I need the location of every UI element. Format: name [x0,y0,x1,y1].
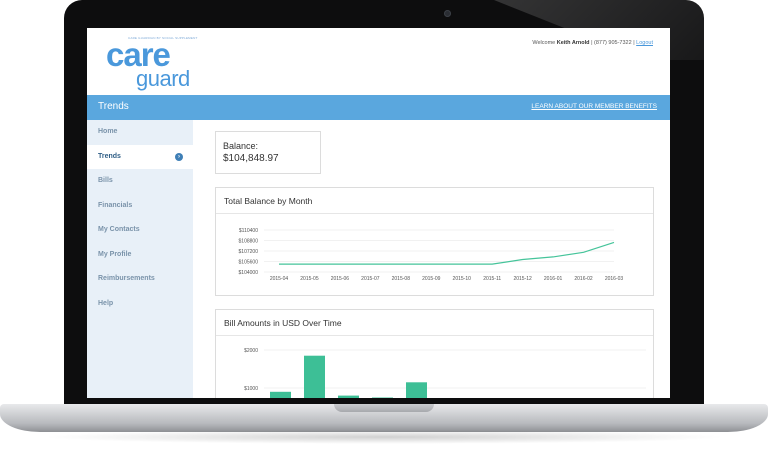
bar [372,397,393,398]
sidebar-item-help[interactable]: Help [87,292,193,317]
bills-chart-card: Bill Amounts in USD Over Time $2000 $1000 [215,309,654,398]
y-tick-label: $105600 [239,260,259,266]
x-tick-label: 2015-04 [270,276,289,282]
x-tick-label: 2015-09 [422,276,441,282]
balance-chart-card: Total Balance by Month $110400 $108800 $10… [215,187,654,296]
site-header: CARE GUARDIAN BY SOCIAL SUPPLEMENT care … [87,28,670,95]
sidebar-item-label: Bills [98,177,113,184]
bills-bar-chart: $2000 $1000 [244,348,646,398]
sidebar-item-label: Trends [98,152,121,160]
y-tick-label: $110400 [239,228,258,234]
balance-card: Balance: $104,848.97 [215,131,321,174]
bar [406,382,427,398]
member-benefits-link[interactable]: LEARN ABOUT OUR MEMBER BENEFITS [531,103,657,110]
chart-title: Total Balance by Month [224,196,313,206]
y-tick-label: $104000 [239,270,259,276]
sidebar-item-home[interactable]: Home [87,120,193,145]
sidebar: Home Trends › Bills Financials My Contact… [87,120,193,398]
x-tick-label: 2016-02 [574,276,593,282]
logout-link[interactable]: Logout [636,40,653,46]
x-tick-label: 2016-01 [544,276,563,282]
user-name: Keith Arnold [556,40,590,46]
sidebar-item-label: Reimbursements [98,275,155,282]
sidebar-item-my-profile[interactable]: My Profile [87,243,193,268]
sidebar-item-label: Financials [98,201,133,209]
welcome-prefix: Welcome [532,40,556,46]
x-tick-label: 2016-03 [605,276,624,282]
sidebar-item-label: My Contacts [98,226,140,233]
sidebar-item-financials[interactable]: Financials [87,194,193,219]
title-bar: Trends LEARN ABOUT OUR MEMBER BENEFITS [87,95,670,120]
chevron-right-icon: › [175,152,183,161]
sidebar-item-bills[interactable]: Bills [87,169,193,194]
bar [304,355,325,398]
balance-label: Balance: [223,141,259,151]
logo-word-guard: guard [136,66,190,91]
x-tick-label: 2015-11 [483,276,501,282]
y-tick-label: $2000 [244,348,258,354]
sidebar-item-label: Help [98,299,114,307]
x-tick-label: 2015-08 [392,276,411,282]
bar [270,391,291,398]
y-tick-label: $1000 [244,386,258,392]
laptop-notch [334,404,434,412]
chart-title: Bill Amounts in USD Over Time [224,318,342,328]
balance-value: $104,848.97 [223,153,279,164]
main-content: Balance: $104,848.97 Total Balance by Mo… [193,120,670,398]
page-title: Trends [98,101,129,112]
bar [338,395,359,398]
camera-icon [444,10,451,17]
logo-word-care: care [106,36,171,73]
sidebar-item-reimbursements[interactable]: Reimbursements [87,267,193,292]
x-tick-label: 2015-06 [331,276,350,282]
logo[interactable]: CARE GUARDIAN BY SOCIAL SUPPLEMENT care … [106,36,197,91]
x-tick-label: 2015-12 [513,276,532,282]
x-tick-label: 2015-10 [453,276,472,282]
screen: CARE GUARDIAN BY SOCIAL SUPPLEMENT care … [87,28,670,398]
series-line [279,241,615,265]
y-tick-label: $108800 [239,239,259,245]
sidebar-item-my-contacts[interactable]: My Contacts [87,218,193,243]
sidebar-item-label: My Profile [98,250,132,258]
phone-number: (877) 905-7322 [594,40,632,46]
balance-line-chart: $110400 $108800 $107200 $105600 $104000 2015-… [239,228,624,282]
y-tick-label: $107200 [239,249,259,255]
welcome-text: Welcome Keith Arnold | (877) 905-7322 | … [532,40,653,46]
sidebar-item-trends[interactable]: Trends › [87,144,193,169]
sidebar-item-label: Home [98,128,118,135]
x-tick-label: 2015-07 [361,276,380,282]
x-tick-label: 2015-05 [300,276,319,282]
laptop-shadow [40,430,728,444]
